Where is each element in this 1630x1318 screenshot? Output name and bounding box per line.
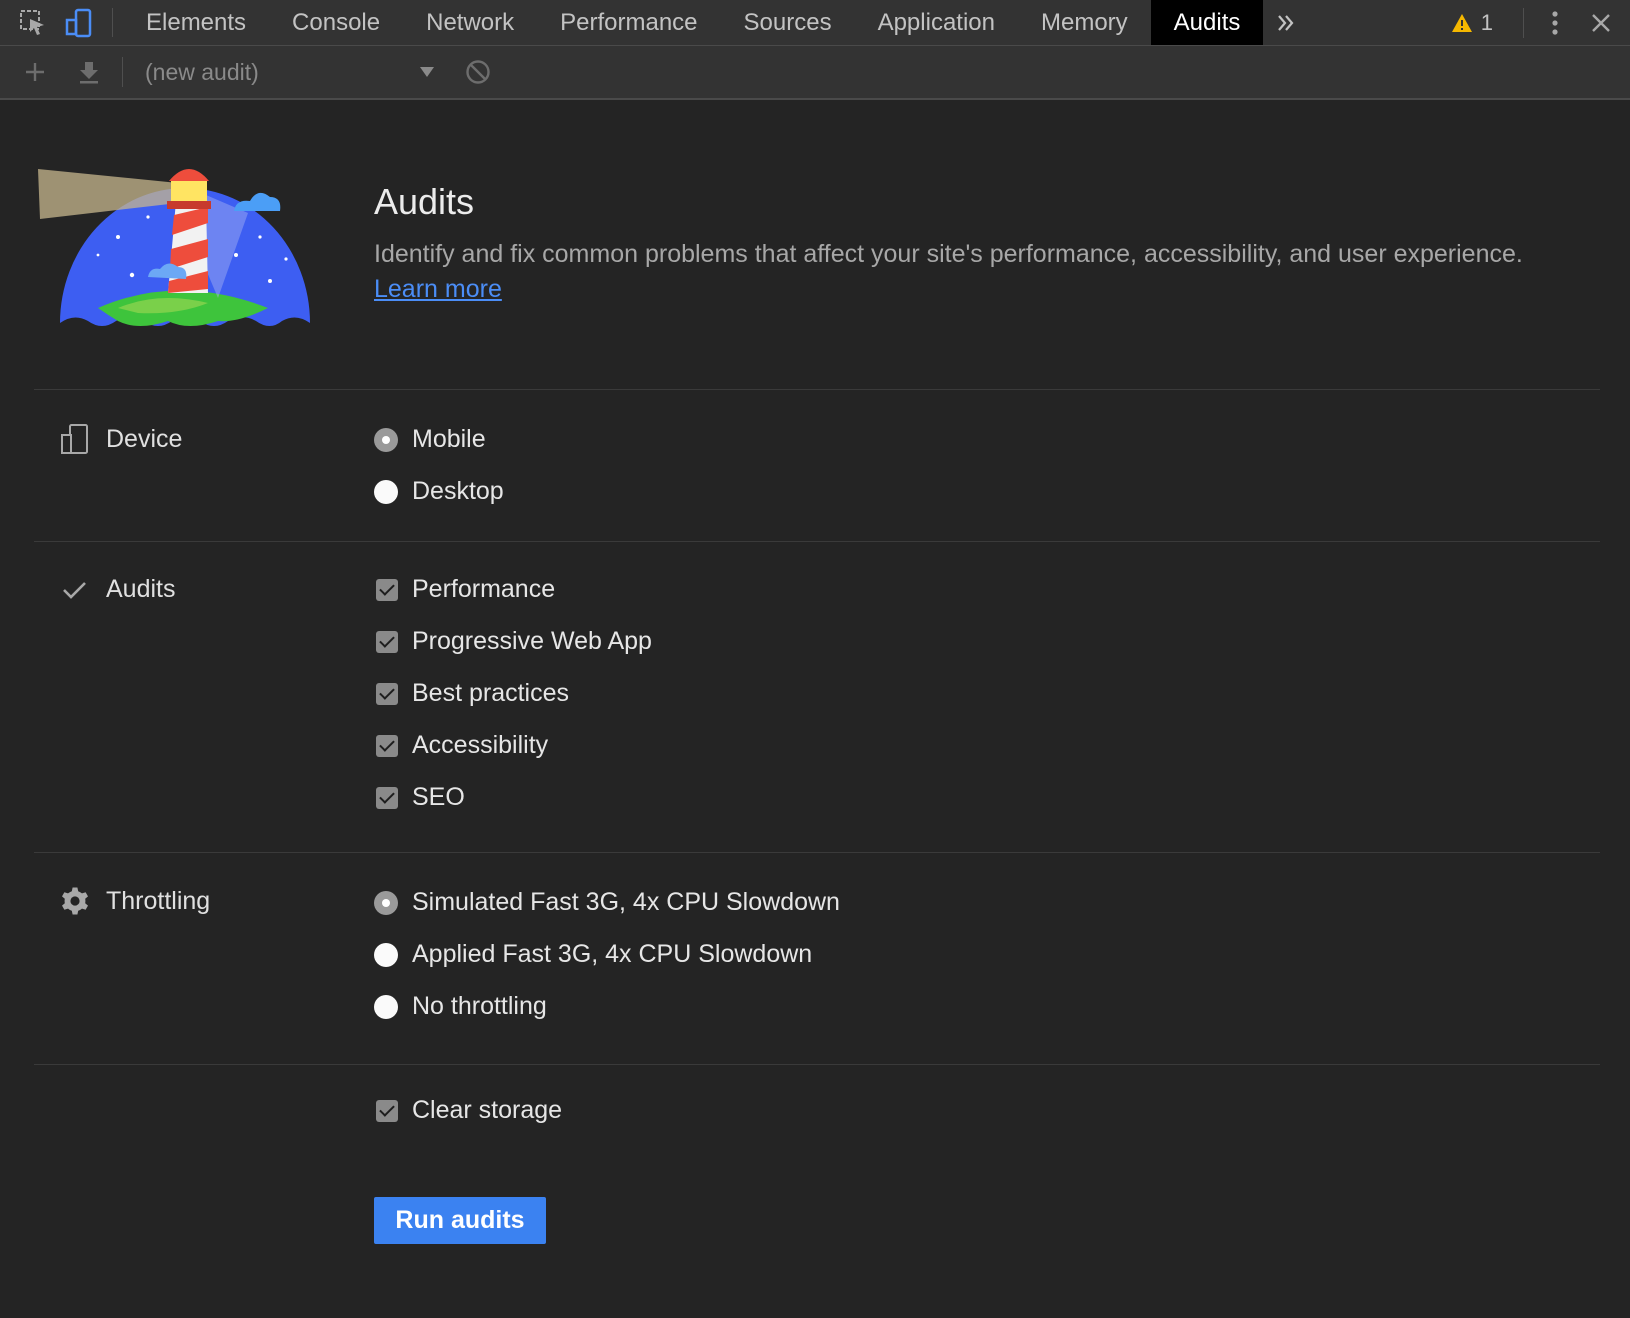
dropdown-arrow-icon — [420, 67, 434, 77]
device-option-mobile[interactable]: Mobile — [374, 425, 486, 454]
divider — [34, 389, 1600, 390]
separator — [112, 8, 113, 37]
block-icon — [466, 60, 490, 84]
applied-throttling-label: Applied Fast 3G, 4x CPU Slowdown — [412, 940, 813, 968]
clear-all-button[interactable] — [451, 46, 505, 98]
run-audits-button[interactable]: Run audits — [374, 1197, 546, 1244]
warning-icon — [1451, 14, 1472, 32]
audit-option-pwa[interactable]: Progressive Web App — [374, 627, 652, 656]
performance-label: Performance — [412, 575, 556, 603]
divider — [34, 1064, 1600, 1065]
tab-application[interactable]: Application — [855, 0, 1018, 45]
desktop-label: Desktop — [412, 477, 504, 505]
desktop-radio[interactable] — [374, 479, 398, 504]
separator — [1523, 8, 1524, 38]
device-icon — [61, 424, 88, 454]
throttling-option-none[interactable]: No throttling — [374, 992, 547, 1021]
accessibility-checkbox[interactable] — [376, 734, 398, 757]
warnings-counter[interactable]: 1 — [1451, 10, 1493, 36]
kebab-menu-icon[interactable] — [1532, 10, 1578, 36]
page-title: Audits — [374, 181, 475, 222]
audit-select-value: (new audit) — [145, 58, 259, 85]
pwa-label: Progressive Web App — [412, 627, 652, 655]
audit-select[interactable]: (new audit) — [129, 59, 451, 86]
gear-icon — [62, 887, 88, 915]
tab-memory[interactable]: Memory — [1018, 0, 1151, 45]
audits-label: Audits — [106, 575, 176, 603]
separator — [122, 57, 123, 87]
device-section-label: Device — [60, 423, 182, 455]
best-practices-checkbox[interactable] — [376, 682, 398, 705]
simulated-throttling-radio[interactable] — [374, 890, 398, 915]
throttling-option-applied[interactable]: Applied Fast 3G, 4x CPU Slowdown — [374, 940, 812, 969]
more-tabs-chevron-icon[interactable] — [1263, 0, 1309, 45]
warning-count: 1 — [1480, 10, 1493, 35]
close-icon[interactable] — [1578, 12, 1624, 34]
pwa-checkbox[interactable] — [376, 630, 398, 653]
tab-network[interactable]: Network — [403, 0, 537, 45]
seo-checkbox[interactable] — [376, 786, 398, 809]
audits-toolbar: (new audit) — [0, 46, 1630, 100]
tab-sources[interactable]: Sources — [721, 0, 855, 45]
tab-elements[interactable]: Elements — [123, 0, 269, 45]
audits-header: Audits Identify and fix common problems … — [0, 100, 1630, 445]
mobile-radio[interactable] — [374, 427, 398, 452]
divider — [34, 852, 1600, 853]
accessibility-label: Accessibility — [412, 731, 549, 759]
mobile-label: Mobile — [412, 425, 486, 453]
download-icon — [80, 62, 98, 84]
tab-console[interactable]: Console — [269, 0, 403, 45]
audit-option-accessibility[interactable]: Accessibility — [374, 731, 548, 760]
audit-option-best-practices[interactable]: Best practices — [374, 679, 569, 708]
audit-option-performance[interactable]: Performance — [374, 575, 555, 604]
checkmark-icon — [63, 581, 86, 599]
inspect-element-icon[interactable] — [10, 0, 56, 45]
devtools-tabbar: Elements Console Network Performance Sou… — [0, 0, 1630, 46]
tab-audits[interactable]: Audits — [1150, 0, 1264, 45]
throttling-section-label: Throttling — [60, 886, 210, 916]
audit-option-seo[interactable]: SEO — [374, 783, 465, 812]
simulated-throttling-label: Simulated Fast 3G, 4x CPU Slowdown — [412, 888, 840, 916]
throttling-option-simulated[interactable]: Simulated Fast 3G, 4x CPU Slowdown — [374, 888, 840, 917]
download-report-button[interactable] — [62, 46, 116, 98]
clear-storage-checkbox[interactable] — [376, 1099, 398, 1122]
no-throttling-radio[interactable] — [374, 994, 398, 1019]
audits-section-label: Audits — [60, 575, 175, 604]
learn-more-link[interactable]: Learn more — [374, 275, 502, 304]
clear-storage-label: Clear storage — [412, 1096, 563, 1124]
lighthouse-logo — [38, 163, 318, 338]
device-label: Device — [106, 424, 183, 453]
divider — [34, 541, 1600, 542]
device-option-desktop[interactable]: Desktop — [374, 477, 504, 506]
clear-storage-option[interactable]: Clear storage — [374, 1096, 562, 1125]
seo-label: SEO — [412, 783, 465, 811]
new-audit-button[interactable] — [8, 46, 62, 98]
performance-checkbox[interactable] — [376, 578, 398, 601]
page-description: Identify and fix common problems that af… — [374, 240, 1523, 268]
tab-performance[interactable]: Performance — [537, 0, 720, 45]
plus-icon — [26, 63, 44, 81]
throttling-label: Throttling — [106, 886, 211, 915]
applied-throttling-radio[interactable] — [374, 942, 398, 967]
best-practices-label: Best practices — [412, 679, 570, 707]
device-toolbar-icon[interactable] — [56, 0, 102, 45]
no-throttling-label: No throttling — [412, 992, 547, 1020]
